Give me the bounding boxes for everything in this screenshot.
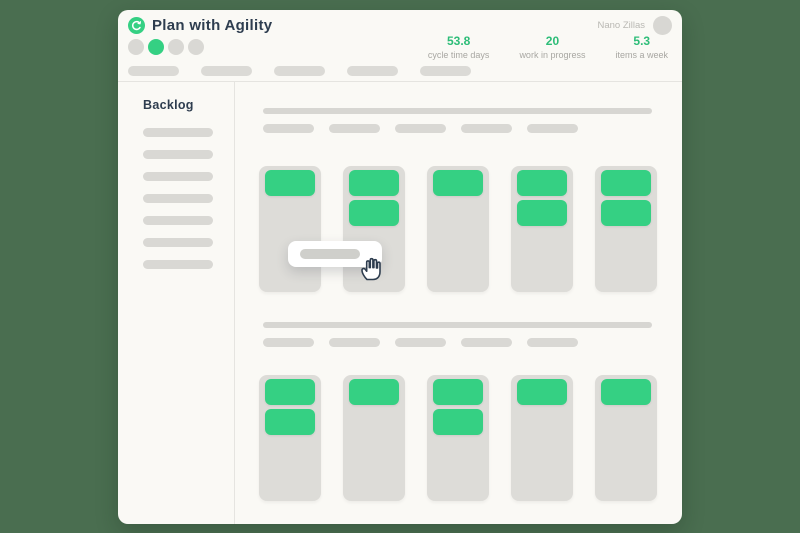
column-row: [259, 166, 682, 292]
kanban-column[interactable]: [259, 166, 321, 292]
sidebar: Backlog: [118, 82, 235, 524]
task-card[interactable]: [265, 409, 315, 435]
kanban-column[interactable]: [427, 375, 489, 501]
app-title: Plan with Agility: [152, 16, 273, 34]
stat-label: cycle time days: [427, 50, 490, 60]
stat-value: 20: [545, 34, 560, 48]
stat-label: work in progress: [519, 50, 586, 60]
task-card[interactable]: [349, 379, 399, 405]
column-header-placeholder: [527, 124, 578, 133]
kanban-column[interactable]: [427, 166, 489, 292]
progress-dot[interactable]: [168, 39, 184, 55]
stat-value: 5.3: [633, 34, 651, 48]
header-middle-row: 53.8 cycle time days 20 work in progress 5.3…: [128, 34, 668, 60]
kanban-column[interactable]: [595, 166, 657, 292]
column-row: [259, 375, 682, 501]
nav-tab-placeholder[interactable]: [274, 66, 325, 76]
sidebar-item-placeholder[interactable]: [143, 172, 213, 181]
column-header-row: [263, 338, 682, 347]
stat-block: 53.8 cycle time days: [428, 34, 490, 60]
sidebar-title: Backlog: [143, 98, 194, 112]
task-card[interactable]: [265, 379, 315, 405]
brand: Plan with Agility: [128, 16, 273, 34]
task-card[interactable]: [517, 200, 567, 226]
column-header-placeholder: [461, 124, 512, 133]
cycle-icon: [128, 16, 145, 34]
column-header-placeholder: [527, 338, 578, 347]
kanban-column[interactable]: [343, 375, 405, 501]
progress-dot[interactable]: [188, 39, 204, 55]
task-card[interactable]: [433, 170, 483, 196]
nav-tab-placeholder[interactable]: [201, 66, 252, 76]
stat-value: 53.8: [446, 34, 471, 48]
column-header-placeholder: [461, 338, 512, 347]
sidebar-item-placeholder[interactable]: [143, 238, 213, 247]
section-title-placeholder: [263, 322, 652, 328]
sidebar-item-list: [143, 128, 234, 269]
column-header-placeholder: [395, 124, 446, 133]
kanban-board: [236, 82, 682, 524]
task-card[interactable]: [601, 200, 651, 226]
nav-tab-placeholder[interactable]: [128, 66, 179, 76]
progress-dot[interactable]: [148, 39, 164, 55]
app-body: Backlog: [118, 82, 682, 524]
nav-tab-placeholder[interactable]: [420, 66, 471, 76]
task-card[interactable]: [517, 379, 567, 405]
sidebar-item-placeholder[interactable]: [143, 216, 213, 225]
column-header-placeholder: [263, 338, 314, 347]
user-name: Nano Zillas: [597, 19, 645, 31]
grab-hand-icon: [356, 252, 388, 282]
column-header-placeholder: [263, 124, 314, 133]
task-card[interactable]: [349, 170, 399, 196]
sidebar-item-placeholder[interactable]: [143, 150, 213, 159]
page-background: Plan with Agility Nano Zillas 53.8 cycle …: [0, 0, 800, 533]
stat-label: items a week: [615, 50, 668, 60]
column-header-placeholder: [329, 338, 380, 347]
column-header-row: [263, 124, 682, 133]
nav-tab-placeholder[interactable]: [347, 66, 398, 76]
board-section: [236, 322, 682, 501]
user-menu[interactable]: Nano Zillas: [597, 15, 672, 35]
sidebar-item-placeholder[interactable]: [143, 128, 213, 137]
header-top-row: Plan with Agility Nano Zillas: [128, 14, 672, 36]
progress-dots: [128, 39, 204, 55]
stat-block: 5.3 items a week: [615, 34, 668, 60]
sidebar-item-placeholder[interactable]: [143, 194, 213, 203]
task-card[interactable]: [601, 170, 651, 196]
task-card[interactable]: [433, 409, 483, 435]
avatar[interactable]: [653, 15, 672, 35]
stats-row: 53.8 cycle time days 20 work in progress 5.3…: [428, 34, 668, 60]
app-header: Plan with Agility Nano Zillas 53.8 cycle …: [118, 10, 682, 82]
nav-tabs: [128, 66, 471, 76]
task-card[interactable]: [601, 379, 651, 405]
progress-dot[interactable]: [128, 39, 144, 55]
kanban-column[interactable]: [595, 375, 657, 501]
kanban-column[interactable]: [511, 375, 573, 501]
sidebar-item-placeholder[interactable]: [143, 260, 213, 269]
task-card[interactable]: [349, 200, 399, 226]
task-card[interactable]: [433, 379, 483, 405]
task-card[interactable]: [265, 170, 315, 196]
kanban-column[interactable]: [511, 166, 573, 292]
stat-block: 20 work in progress: [519, 34, 585, 60]
app-window: Plan with Agility Nano Zillas 53.8 cycle …: [118, 10, 682, 524]
task-card[interactable]: [517, 170, 567, 196]
column-header-placeholder: [395, 338, 446, 347]
column-header-placeholder: [329, 124, 380, 133]
kanban-column[interactable]: [259, 375, 321, 501]
section-title-placeholder: [263, 108, 652, 114]
dragged-card-text-placeholder: [300, 249, 360, 259]
